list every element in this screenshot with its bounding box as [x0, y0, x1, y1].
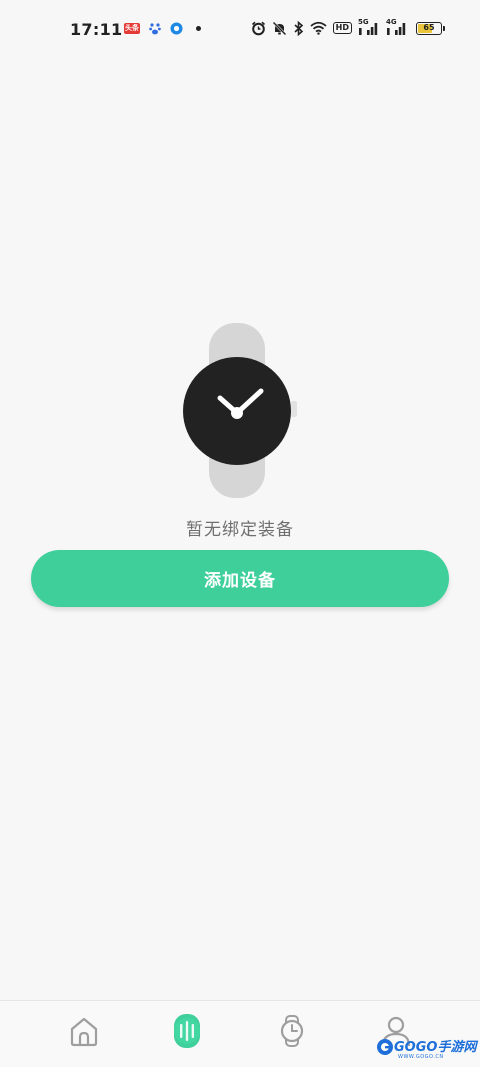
network-type-label: 5G [358, 18, 369, 26]
gogo-logo-icon [377, 1039, 393, 1055]
status-bar: 17:11 头条 HD 5G 4G 65 [0, 0, 480, 62]
battery-tip [443, 25, 445, 31]
battery-icon: 65 [416, 21, 445, 35]
battery-level: 65 [423, 22, 435, 32]
app-ring-icon [170, 22, 183, 35]
nav-item-home[interactable] [64, 1011, 104, 1051]
watermark-subtext: WWW.GOGO.CN [398, 1054, 444, 1060]
status-left-icons: 头条 [124, 22, 201, 35]
add-device-button[interactable]: 添加设备 [31, 550, 449, 607]
nav-item-device[interactable] [167, 1011, 207, 1051]
nav-item-watch[interactable] [272, 1011, 312, 1051]
bluetooth-icon [294, 20, 303, 36]
signal-icon-secondary: 4G [386, 18, 408, 36]
status-right-icons: HD 5G 4G 65 [251, 18, 445, 36]
wifi-icon [310, 21, 327, 35]
network-type-label-2: 4G [386, 18, 397, 26]
home-icon [70, 1017, 98, 1047]
signal-icon: 5G [358, 18, 380, 36]
watermark-logo: GOGO手游网 WWW.GOGO.CN [376, 1034, 480, 1066]
notification-dot-icon [196, 26, 201, 31]
device-icon [174, 1014, 200, 1048]
watch-illustration-icon [183, 323, 297, 498]
empty-state-message: 暂无绑定装备 [186, 520, 294, 540]
hd-icon: HD [332, 22, 352, 34]
watermark-text: GOGO手游网 [394, 1040, 477, 1055]
news-icon: 头条 [124, 23, 140, 34]
watch-icon [280, 1015, 304, 1047]
alarm-icon [251, 21, 265, 35]
mute-icon [272, 21, 287, 35]
status-time: 17:11 [70, 20, 123, 39]
baidu-paw-icon [149, 23, 161, 35]
